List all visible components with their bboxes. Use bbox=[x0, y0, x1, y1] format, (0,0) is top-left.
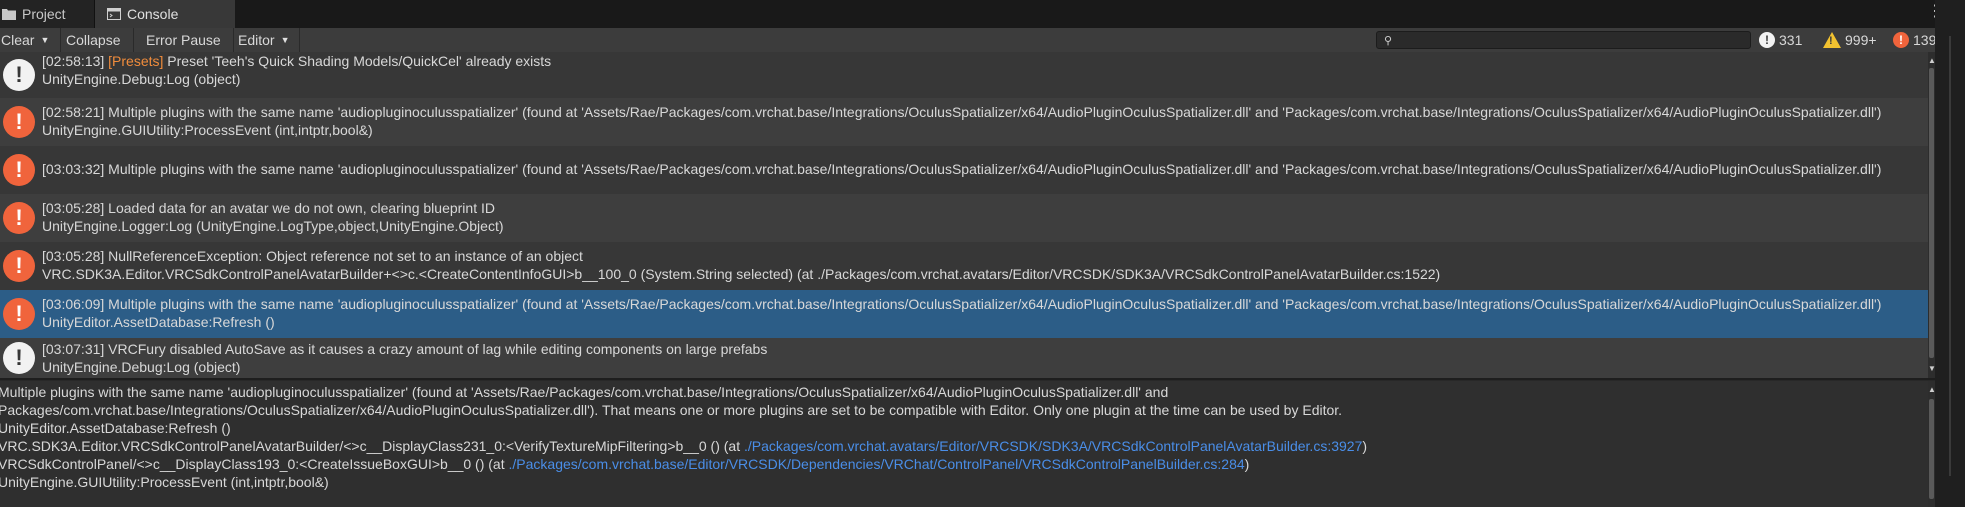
detail-line: VRC.SDK3A.Editor.VRCSdkControlPanelAvata… bbox=[0, 437, 1367, 455]
stack-frame-text: VRCSdkControlPanel/<>c__DisplayClass193_… bbox=[0, 456, 509, 472]
folder-icon bbox=[2, 9, 16, 20]
log-tag: [Presets] bbox=[108, 53, 164, 69]
log-text: VRCFury disabled AutoSave as it causes a… bbox=[108, 341, 768, 357]
log-text: NullReferenceException: Object reference… bbox=[108, 248, 583, 264]
error-icon: ! bbox=[3, 250, 35, 282]
log-message: [02:58:13] [Presets] Preset 'Teeh's Quic… bbox=[42, 52, 551, 70]
detail-line: Multiple plugins with the same name 'aud… bbox=[0, 384, 1169, 400]
log-time: [02:58:13] bbox=[42, 53, 109, 69]
detail-line: Packages/com.vrchat.base/Integrations/Oc… bbox=[0, 402, 1343, 418]
log-text: Multiple plugins with the same name 'aud… bbox=[108, 104, 1882, 120]
error-pause-label: Error Pause bbox=[146, 32, 221, 48]
detail-scrollbar[interactable]: ▲ bbox=[1928, 381, 1936, 507]
panel-splitter[interactable] bbox=[0, 378, 1935, 380]
error-icon: ! bbox=[1893, 32, 1909, 48]
stack-frame-suffix: ) bbox=[1362, 438, 1368, 454]
log-text: Multiple plugins with the same name 'aud… bbox=[108, 296, 1882, 312]
log-text: Loaded data for an avatar we do not own,… bbox=[108, 200, 495, 216]
stack-frame-suffix: ) bbox=[1244, 456, 1250, 472]
error-pause-button[interactable]: Error Pause bbox=[142, 28, 234, 52]
detail-pane: Multiple plugins with the same name 'aud… bbox=[0, 381, 1928, 507]
log-trace: UnityEngine.Logger:Log (UnityEngine.LogT… bbox=[42, 218, 504, 234]
chevron-down-icon[interactable]: ▼ bbox=[40, 35, 49, 45]
log-message: [03:03:32] Multiple plugins with the sam… bbox=[42, 160, 1881, 178]
error-icon: ! bbox=[3, 154, 35, 186]
console-window: Project Console ⋮ Clear ▼ Collapse Error… bbox=[0, 0, 1965, 507]
console-toolbar: Clear ▼ Collapse Error Pause Editor ▼ ⚲ … bbox=[0, 28, 1936, 53]
error-icon: ! bbox=[3, 106, 35, 138]
warning-count: 999+ bbox=[1845, 32, 1877, 48]
tab-console-label: Console bbox=[127, 6, 179, 22]
error-icon: ! bbox=[3, 298, 35, 330]
log-time: [03:07:31] bbox=[42, 341, 109, 357]
error-count-toggle[interactable]: ! 139 bbox=[1893, 28, 1936, 52]
log-time: [03:03:32] bbox=[42, 161, 109, 177]
log-list-scrollbar[interactable]: ▲ ▼ bbox=[1928, 52, 1936, 378]
collapse-button[interactable]: Collapse bbox=[62, 28, 134, 52]
info-count: 331 bbox=[1779, 32, 1803, 48]
collapse-label: Collapse bbox=[66, 32, 121, 48]
log-message: [02:58:21] Multiple plugins with the sam… bbox=[42, 103, 1881, 121]
log-entry-selected[interactable]: ! [03:06:09] Multiple plugins with the s… bbox=[0, 290, 1928, 338]
console-icon bbox=[107, 8, 121, 20]
scrollbar-thumb[interactable] bbox=[1929, 399, 1934, 499]
log-time: [03:06:09] bbox=[42, 296, 109, 312]
tab-bar: Project Console ⋮ bbox=[0, 0, 1965, 28]
info-icon: ! bbox=[3, 59, 35, 91]
log-trace: UnityEngine.Debug:Log (object) bbox=[42, 359, 241, 375]
search-icon: ⚲ bbox=[1384, 35, 1393, 47]
log-trace: VRC.SDK3A.Editor.VRCSdkControlPanelAvata… bbox=[42, 266, 1441, 282]
log-trace: UnityEngine.Debug:Log (object) bbox=[42, 71, 241, 87]
log-entry[interactable]: ! [02:58:21] Multiple plugins with the s… bbox=[0, 98, 1928, 146]
log-message: [03:07:31] VRCFury disabled AutoSave as … bbox=[42, 340, 767, 358]
log-entry[interactable]: ! [03:03:32] Multiple plugins with the s… bbox=[0, 146, 1928, 194]
warning-icon: ! bbox=[1823, 32, 1841, 48]
log-time: [03:05:28] bbox=[42, 200, 109, 216]
log-list: ! [02:58:13] [Presets] Preset 'Teeh's Qu… bbox=[0, 52, 1928, 378]
log-entry[interactable]: ! [02:58:13] [Presets] Preset 'Teeh's Qu… bbox=[0, 52, 1928, 98]
info-icon: ! bbox=[3, 342, 35, 374]
log-message: [03:05:28] Loaded data for an avatar we … bbox=[42, 199, 495, 217]
log-time: [02:58:21] bbox=[42, 104, 109, 120]
log-entry[interactable]: ! [03:05:28] Loaded data for an avatar w… bbox=[0, 194, 1928, 242]
source-link[interactable]: ./Packages/com.vrchat.avatars/Editor/VRC… bbox=[744, 438, 1362, 454]
log-entry[interactable]: ! [03:07:31] VRCFury disabled AutoSave a… bbox=[0, 338, 1928, 378]
search-input[interactable]: ⚲ bbox=[1376, 31, 1751, 49]
clear-label: Clear bbox=[1, 32, 35, 48]
log-time: [03:05:28] bbox=[42, 248, 109, 264]
error-icon: ! bbox=[3, 202, 35, 234]
info-icon: ! bbox=[1759, 32, 1775, 48]
log-trace: UnityEngine.GUIUtility:ProcessEvent (int… bbox=[42, 122, 373, 138]
detail-line: UnityEditor.AssetDatabase:Refresh () bbox=[0, 420, 231, 436]
divider bbox=[1949, 36, 1951, 476]
editor-label: Editor bbox=[238, 32, 275, 48]
warning-count-toggle[interactable]: ! 999+ bbox=[1823, 28, 1877, 52]
tab-project-label: Project bbox=[22, 6, 66, 22]
chevron-down-icon: ▼ bbox=[280, 35, 290, 45]
log-text: Multiple plugins with the same name 'aud… bbox=[108, 161, 1882, 177]
log-trace: UnityEditor.AssetDatabase:Refresh () bbox=[42, 314, 275, 330]
editor-dropdown[interactable]: Editor ▼ bbox=[234, 28, 300, 52]
window-edge bbox=[1935, 0, 1965, 507]
log-message: [03:06:09] Multiple plugins with the sam… bbox=[42, 295, 1881, 313]
source-link[interactable]: ./Packages/com.vrchat.base/Editor/VRCSDK… bbox=[509, 456, 1245, 472]
clear-button[interactable]: Clear ▼ bbox=[0, 28, 61, 52]
tab-console[interactable]: Console bbox=[95, 0, 235, 28]
detail-line: VRCSdkControlPanel/<>c__DisplayClass193_… bbox=[0, 455, 1249, 473]
log-message: [03:05:28] NullReferenceException: Objec… bbox=[42, 247, 583, 265]
error-count: 139 bbox=[1913, 32, 1937, 48]
stack-frame-text: VRC.SDK3A.Editor.VRCSdkControlPanelAvata… bbox=[0, 438, 744, 454]
log-entry[interactable]: ! [03:05:28] NullReferenceException: Obj… bbox=[0, 242, 1928, 290]
log-text: Preset 'Teeh's Quick Shading Models/Quic… bbox=[163, 53, 552, 69]
tab-project[interactable]: Project bbox=[0, 0, 95, 28]
scrollbar-thumb[interactable] bbox=[1929, 68, 1934, 358]
detail-line: UnityEngine.GUIUtility:ProcessEvent (int… bbox=[0, 474, 329, 490]
info-count-toggle[interactable]: ! 331 bbox=[1759, 28, 1802, 52]
